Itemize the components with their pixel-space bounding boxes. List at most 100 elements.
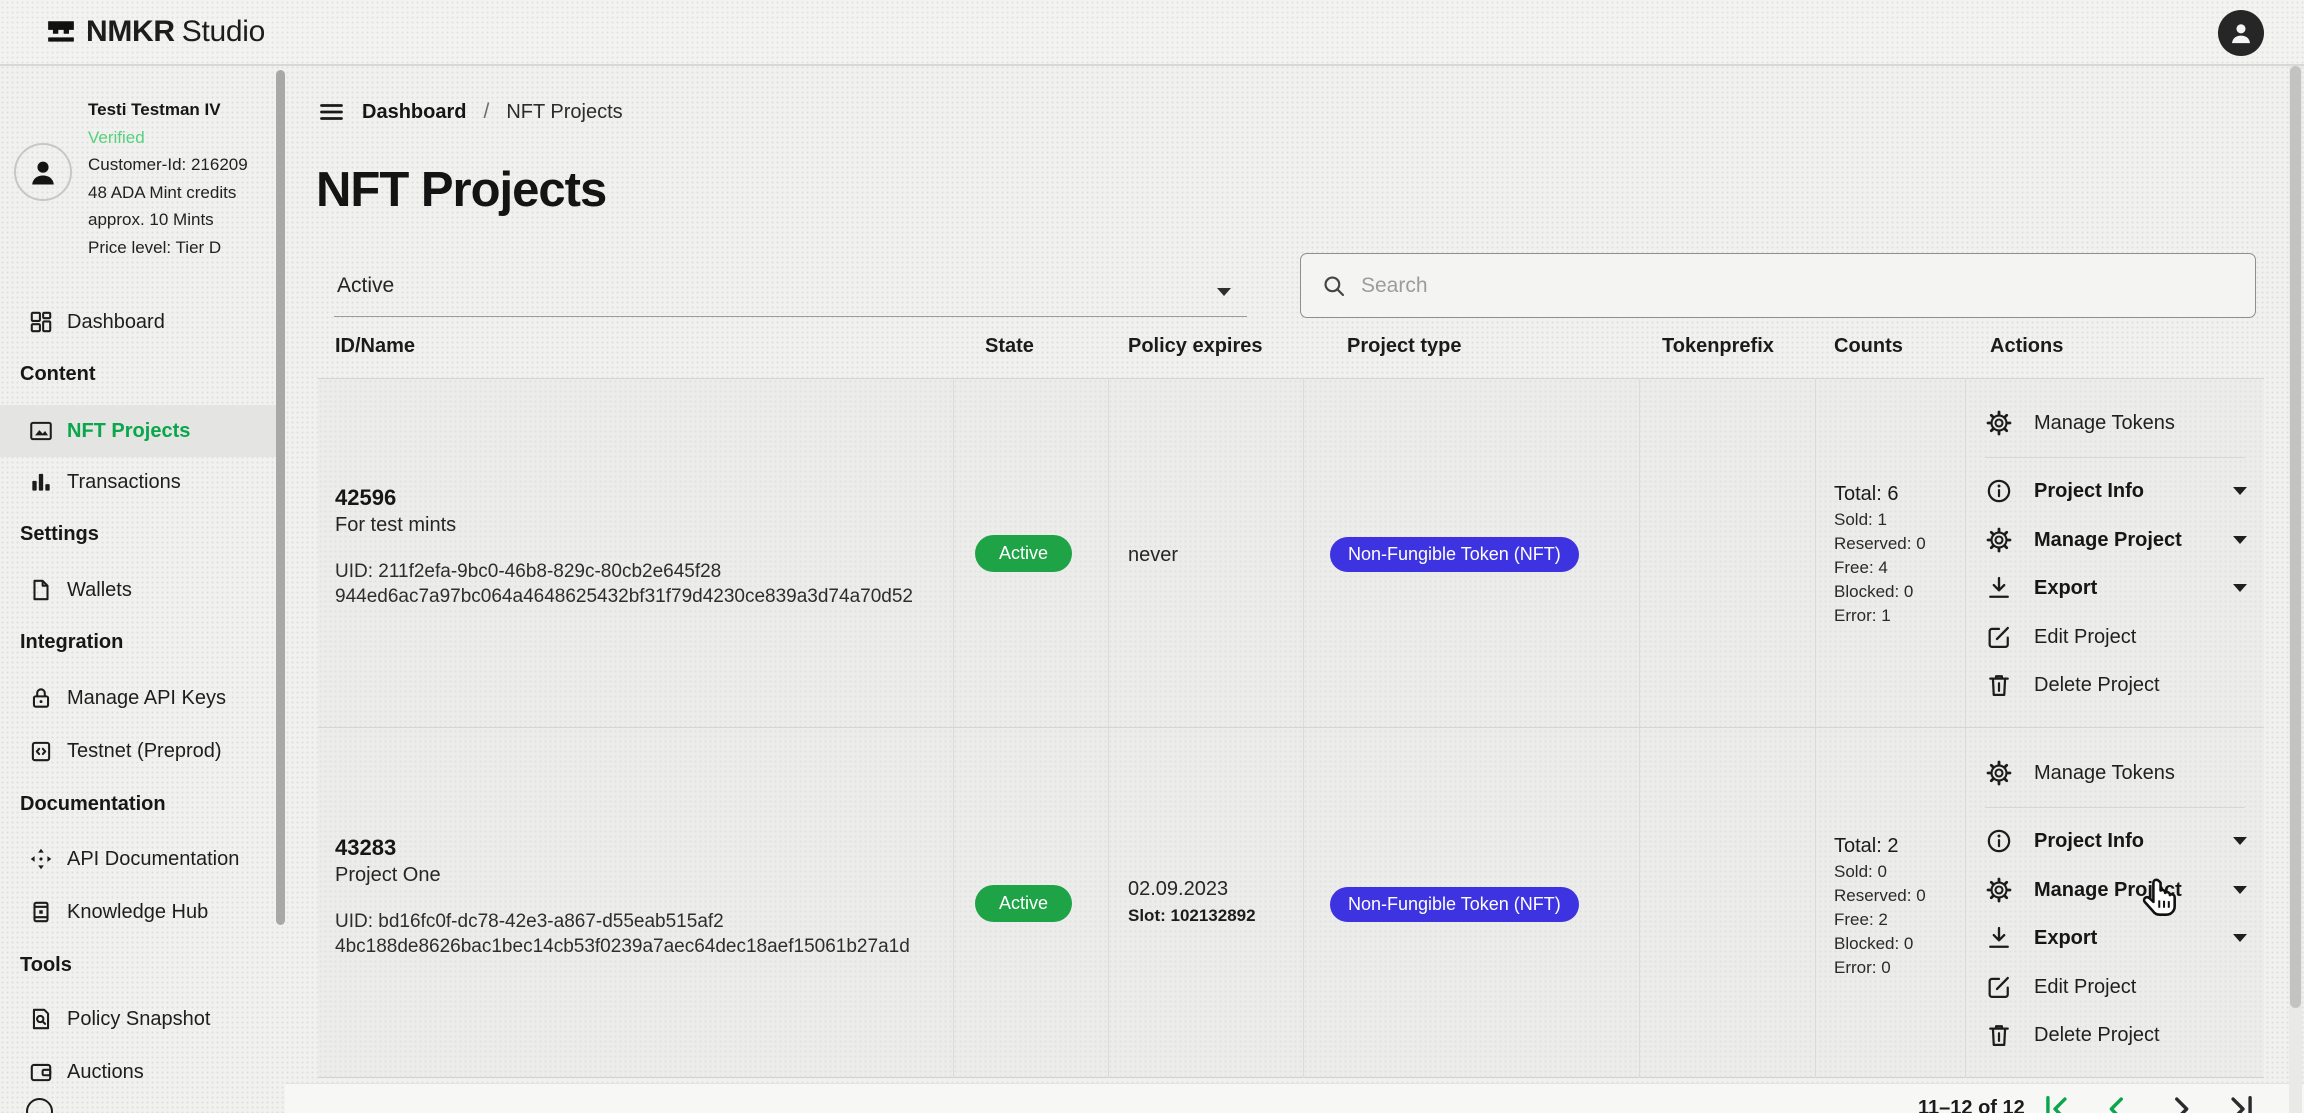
edit-icon xyxy=(1985,973,2013,1001)
project-info-action[interactable]: Project Info xyxy=(1985,823,2247,859)
profile-info: Testi Testman IV Verified Customer-Id: 2… xyxy=(88,96,248,261)
column-divider xyxy=(1108,378,1109,1078)
status-filter-select[interactable]: Active xyxy=(334,268,1247,317)
person-icon xyxy=(2227,19,2255,47)
edit-icon xyxy=(1985,623,2013,651)
count-blocked: Blocked: 0 xyxy=(1834,932,1926,956)
column-divider xyxy=(1303,378,1304,1078)
sidebar-item-label: Knowledge Hub xyxy=(67,901,208,924)
manage-tokens-action[interactable]: Manage Tokens xyxy=(1985,755,2247,791)
trash-icon xyxy=(1985,1021,2013,1049)
export-action[interactable]: Export xyxy=(1985,570,2247,606)
col-header-id-name: ID/Name xyxy=(335,335,415,358)
sidebar-item-manage-api-keys[interactable]: Manage API Keys xyxy=(0,672,285,724)
search-input[interactable] xyxy=(1361,274,2235,298)
sidebar-scrollbar[interactable] xyxy=(276,70,285,925)
delete-project-action[interactable]: Delete Project xyxy=(1985,1017,2247,1053)
lock-icon xyxy=(28,685,54,711)
download-icon xyxy=(1985,924,2013,952)
project-uid-block: UID: bd16fc0f-dc78-42e3-a867-d55eab515af… xyxy=(335,910,910,959)
count-error: Error: 0 xyxy=(1834,956,1926,980)
gear-icon xyxy=(1985,526,2013,554)
policy-expires-block: 02.09.2023 Slot: 102132892 xyxy=(1128,878,1256,926)
project-policy: 944ed6ac7a97bc064a4648625432bf31f79d4230… xyxy=(335,585,913,610)
profile-name: Testi Testman IV xyxy=(88,96,248,124)
status-badge: Active xyxy=(975,885,1072,922)
mint-credits: 48 ADA Mint credits xyxy=(88,179,248,207)
col-header-project-type: Project type xyxy=(1347,335,1461,358)
book-icon xyxy=(28,899,54,925)
last-page-button[interactable] xyxy=(2226,1092,2260,1113)
table-row-id-name: 43283 Project One xyxy=(335,833,441,889)
person-icon xyxy=(25,154,61,190)
policy-expires-slot: Slot: 102132892 xyxy=(1128,906,1256,926)
topbar: NMKRStudio xyxy=(0,0,2304,66)
sidebar-section-content: Content xyxy=(20,363,96,386)
delete-project-action[interactable]: Delete Project xyxy=(1985,667,2247,703)
sidebar-item-wallets[interactable]: Wallets xyxy=(0,564,285,616)
info-icon xyxy=(1985,477,2013,505)
sidebar-item-label: NFT Projects xyxy=(67,420,190,443)
nmkr-logo[interactable]: NMKRStudio xyxy=(46,15,265,49)
next-page-button[interactable] xyxy=(2164,1092,2198,1113)
image-icon xyxy=(28,418,54,444)
status-badge: Active xyxy=(975,535,1072,572)
gear-icon xyxy=(1985,409,2013,437)
gear-icon xyxy=(1985,759,2013,787)
count-total: Total: 2 xyxy=(1834,833,1926,860)
projects-table xyxy=(318,378,2264,1078)
price-level: Price level: Tier D xyxy=(88,234,248,262)
previous-page-button[interactable] xyxy=(2100,1092,2134,1113)
sidebar-item-api-documentation[interactable]: API Documentation xyxy=(0,833,285,885)
project-id: 43283 xyxy=(335,833,441,862)
profile-avatar[interactable] xyxy=(14,143,72,201)
project-info-action[interactable]: Project Info xyxy=(1985,473,2247,509)
sidebar: Testi Testman IV Verified Customer-Id: 2… xyxy=(0,66,285,1113)
chevron-down-icon xyxy=(2233,536,2247,544)
sidebar-item-nft-projects[interactable]: NFT Projects xyxy=(0,405,285,457)
breadcrumb-separator: / xyxy=(483,100,489,124)
sidebar-item-knowledge-hub[interactable]: Knowledge Hub xyxy=(0,886,285,938)
document-search-icon xyxy=(28,1006,54,1032)
counts-block: Total: 2 Sold: 0 Reserved: 0 Free: 2 Blo… xyxy=(1834,833,1926,980)
edit-project-action[interactable]: Edit Project xyxy=(1985,619,2247,655)
chevron-down-icon xyxy=(2233,934,2247,942)
first-page-button[interactable] xyxy=(2038,1092,2072,1113)
trash-icon xyxy=(1985,671,2013,699)
manage-project-action[interactable]: Manage Project xyxy=(1985,522,2247,558)
count-free: Free: 2 xyxy=(1834,908,1926,932)
breadcrumb: Dashboard / NFT Projects xyxy=(318,100,623,124)
breadcrumb-dashboard[interactable]: Dashboard xyxy=(362,101,466,124)
column-divider xyxy=(1965,378,1966,1078)
nmkr-logo-icon xyxy=(46,17,76,47)
menu-hamburger-icon[interactable] xyxy=(318,100,345,124)
sidebar-item-transactions[interactable]: Transactions xyxy=(0,456,285,508)
sidebar-item-dashboard[interactable]: Dashboard xyxy=(0,296,285,348)
sidebar-section-documentation: Documentation xyxy=(20,793,166,816)
logo-bold-text: NMKR xyxy=(86,15,175,48)
window-scrollbar[interactable] xyxy=(2290,66,2301,1008)
account-avatar-button[interactable] xyxy=(2218,10,2264,56)
download-icon xyxy=(1985,574,2013,602)
page-title: NFT Projects xyxy=(316,162,606,218)
edit-project-action[interactable]: Edit Project xyxy=(1985,969,2247,1005)
count-reserved: Reserved: 0 xyxy=(1834,884,1926,908)
sidebar-item-testnet[interactable]: Testnet (Preprod) xyxy=(0,725,285,777)
manage-project-action[interactable]: Manage Project xyxy=(1985,872,2247,908)
count-error: Error: 1 xyxy=(1834,604,1926,628)
sidebar-item-policy-snapshot[interactable]: Policy Snapshot xyxy=(0,993,285,1045)
chevron-down-icon xyxy=(2233,487,2247,495)
project-policy: 4bc188de8626bac1bec14cb53f0239a7aec64dec… xyxy=(335,935,910,960)
sidebar-item-auctions[interactable]: Auctions xyxy=(0,1046,285,1098)
project-type-badge: Non-Fungible Token (NFT) xyxy=(1330,887,1579,922)
manage-tokens-action[interactable]: Manage Tokens xyxy=(1985,405,2247,441)
breadcrumb-current[interactable]: NFT Projects xyxy=(506,101,622,124)
chevron-down-icon xyxy=(2233,584,2247,592)
export-action[interactable]: Export xyxy=(1985,920,2247,956)
count-blocked: Blocked: 0 xyxy=(1834,580,1926,604)
sidebar-item-label: Transactions xyxy=(67,471,181,494)
code-box-icon xyxy=(28,738,54,764)
actions-divider xyxy=(1985,807,2245,808)
status-filter-value: Active xyxy=(337,274,394,298)
count-reserved: Reserved: 0 xyxy=(1834,532,1926,556)
